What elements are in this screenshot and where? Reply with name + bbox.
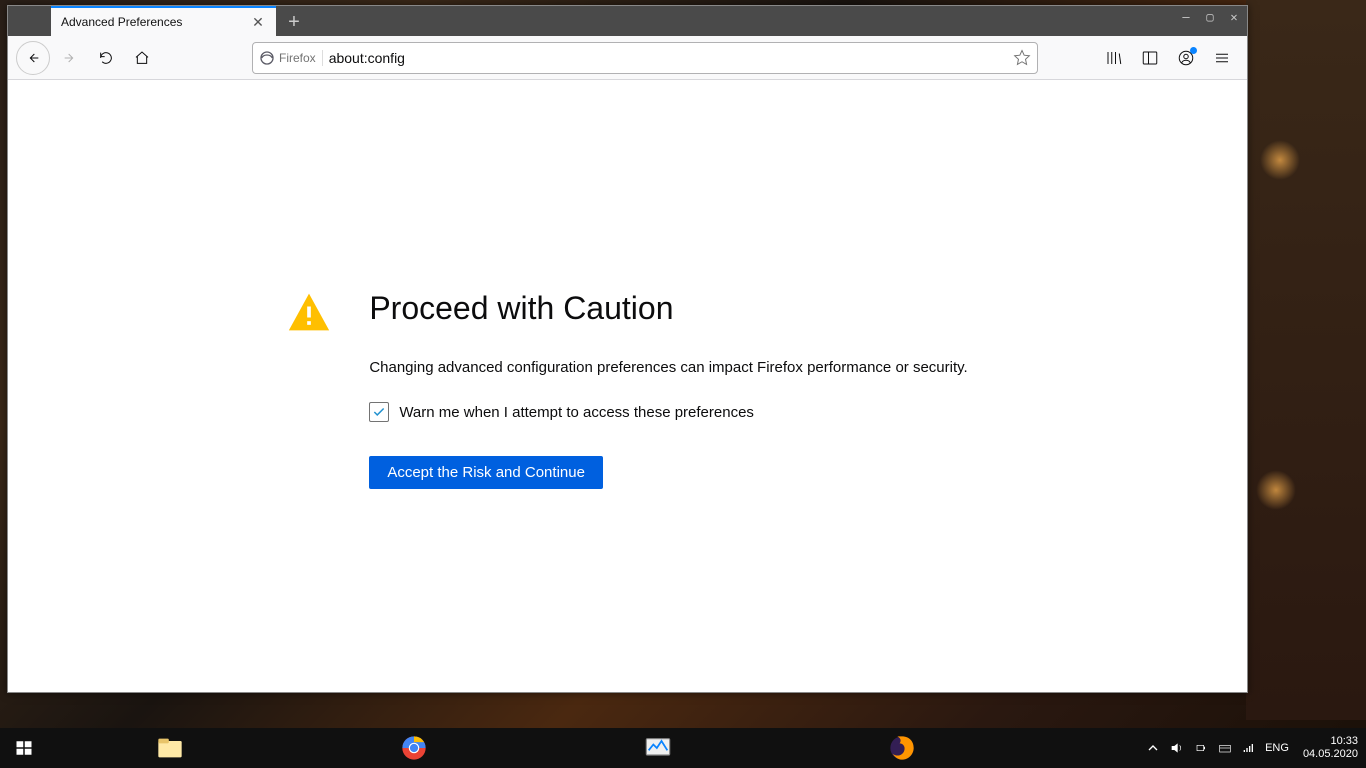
reload-icon	[98, 50, 114, 66]
taskbar-app-explorer[interactable]	[48, 728, 292, 768]
reload-button[interactable]	[90, 42, 122, 74]
warn-checkbox-row: Warn me when I attempt to access these p…	[369, 402, 967, 422]
taskbar-app-firefox[interactable]	[780, 728, 1024, 768]
taskbar-date: 04.05.2020	[1303, 748, 1358, 761]
forward-button[interactable]	[54, 42, 86, 74]
warn-checkbox[interactable]	[369, 402, 389, 422]
accept-risk-button[interactable]: Accept the Risk and Continue	[369, 456, 603, 489]
page-content: Proceed with Caution Changing advanced c…	[8, 80, 1247, 692]
warn-checkbox-label[interactable]: Warn me when I attempt to access these p…	[399, 404, 754, 421]
library-icon	[1105, 49, 1123, 67]
hamburger-icon	[1213, 49, 1231, 67]
warning-heading: Proceed with Caution	[369, 290, 967, 327]
browser-tab[interactable]: Advanced Preferences ✕	[51, 6, 276, 36]
firefox-icon	[888, 734, 916, 762]
language-indicator[interactable]: ENG	[1265, 742, 1289, 754]
desktop-background-detail	[1260, 140, 1300, 180]
desktop-background-detail	[1256, 470, 1296, 510]
home-button[interactable]	[126, 42, 158, 74]
account-button[interactable]	[1169, 41, 1203, 75]
warning-icon	[287, 290, 331, 692]
bookmark-star-icon[interactable]	[1013, 49, 1031, 67]
checkmark-icon	[372, 405, 386, 419]
library-button[interactable]	[1097, 41, 1131, 75]
identity-label: Firefox	[279, 51, 316, 65]
desktop-background-detail	[1246, 0, 1366, 720]
chrome-icon	[400, 734, 428, 762]
toolbar-right	[1097, 41, 1239, 75]
maximize-button[interactable]: ▢	[1203, 10, 1217, 24]
home-icon	[134, 50, 150, 66]
power-icon[interactable]	[1193, 740, 1209, 756]
identity-box[interactable]: Firefox	[259, 50, 323, 66]
network-icon[interactable]	[1217, 740, 1233, 756]
tab-title: Advanced Preferences	[61, 15, 250, 29]
arrow-left-icon	[25, 50, 41, 66]
sidebar-icon	[1141, 49, 1159, 67]
sidebar-button[interactable]	[1133, 41, 1167, 75]
system-tray: ENG 10:33 04.05.2020	[1145, 735, 1366, 761]
url-bar[interactable]: Firefox	[252, 42, 1038, 74]
windows-logo-icon	[15, 739, 33, 757]
windows-taskbar[interactable]: ENG 10:33 04.05.2020	[0, 728, 1366, 768]
notification-dot-icon	[1190, 47, 1197, 54]
volume-icon[interactable]	[1169, 740, 1185, 756]
tray-chevron-up-icon[interactable]	[1145, 740, 1161, 756]
start-button[interactable]	[0, 728, 48, 768]
close-window-button[interactable]: ✕	[1227, 10, 1241, 24]
taskbar-app-monitor[interactable]	[536, 728, 780, 768]
warning-body: Proceed with Caution Changing advanced c…	[369, 290, 967, 692]
file-explorer-icon	[156, 734, 184, 762]
firefox-identity-icon	[259, 50, 275, 66]
taskbar-clock[interactable]: 10:33 04.05.2020	[1297, 735, 1358, 761]
url-input[interactable]	[329, 50, 1007, 66]
about-config-warning: Proceed with Caution Changing advanced c…	[287, 290, 967, 692]
minimize-button[interactable]: —	[1179, 10, 1193, 24]
wifi-signal-icon[interactable]	[1241, 740, 1257, 756]
firefox-window: Advanced Preferences ✕ + — ▢ ✕	[7, 5, 1248, 693]
navigation-toolbar: Firefox	[8, 36, 1247, 80]
back-button[interactable]	[16, 41, 50, 75]
warning-description: Changing advanced configuration preferen…	[369, 357, 967, 378]
arrow-right-icon	[62, 50, 78, 66]
close-tab-icon[interactable]: ✕	[250, 14, 266, 30]
taskbar-time: 10:33	[1303, 735, 1358, 748]
new-tab-button[interactable]: +	[280, 8, 308, 36]
app-menu-button[interactable]	[1205, 41, 1239, 75]
titlebar[interactable]: Advanced Preferences ✕ + — ▢ ✕	[8, 6, 1247, 36]
window-controls: — ▢ ✕	[1179, 10, 1241, 24]
system-monitor-icon	[644, 734, 672, 762]
taskbar-app-chrome[interactable]	[292, 728, 536, 768]
